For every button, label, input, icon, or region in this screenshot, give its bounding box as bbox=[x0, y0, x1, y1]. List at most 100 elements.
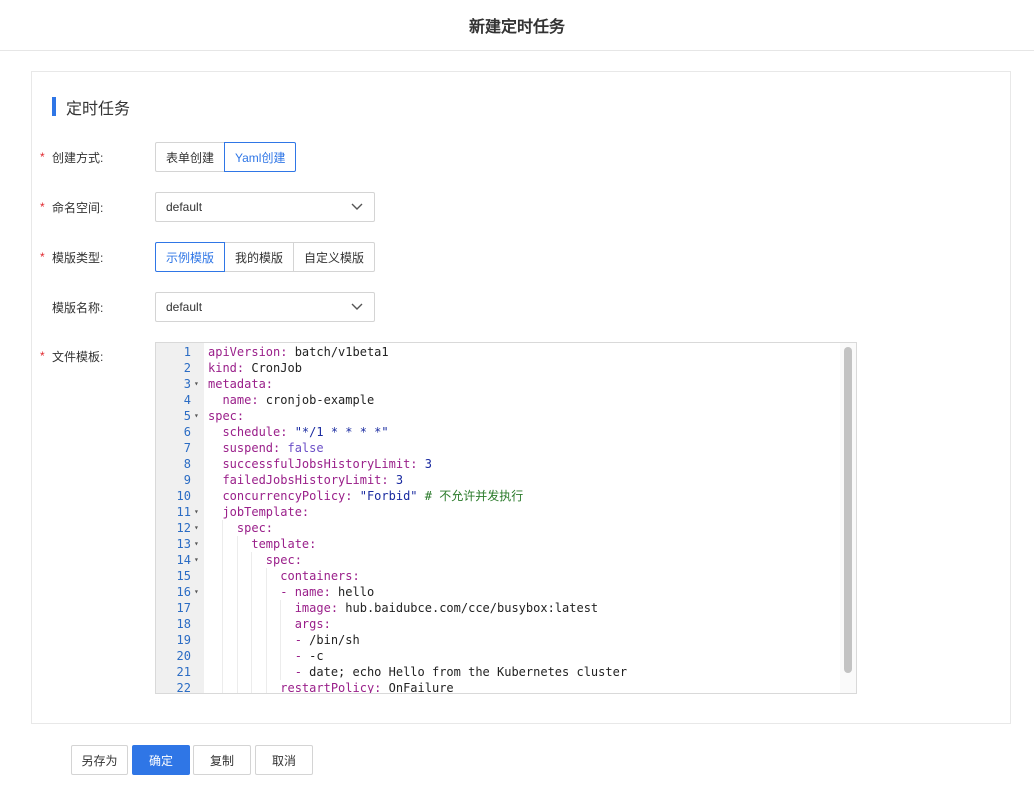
code-token: suspend: bbox=[222, 441, 281, 455]
code-token: date; echo Hello from the Kubernetes clu… bbox=[309, 665, 628, 679]
code-token: -c bbox=[309, 649, 324, 663]
template-type-toggle: 示例模版 我的模版 自定义模版 bbox=[155, 242, 376, 272]
code-token: schedule: bbox=[222, 425, 288, 439]
code-token: hub.baidubce.com/cce/busybox:latest bbox=[338, 601, 599, 615]
code-text: image: hub.baidubce.com/cce/busybox:late… bbox=[208, 600, 598, 616]
yaml-code-editor[interactable]: 1 apiVersion: batch/v1beta1 2 kind: CronJob… bbox=[155, 342, 857, 694]
code-text: suspend: false bbox=[208, 440, 324, 456]
create-mode-toggle: 表单创建 Yaml创建 bbox=[155, 142, 297, 172]
code-token: cronjob-example bbox=[258, 393, 375, 407]
fold-triangle-icon[interactable]: ▾ bbox=[194, 408, 202, 424]
line-number: 9 bbox=[183, 473, 191, 487]
cancel-button[interactable]: 取消 bbox=[255, 745, 313, 775]
code-token: - bbox=[280, 585, 295, 599]
code-text: jobTemplate: bbox=[208, 504, 309, 520]
namespace-select[interactable]: default bbox=[155, 192, 375, 222]
code-line: 14 ▾ spec: bbox=[156, 552, 842, 568]
line-number: 5 bbox=[183, 409, 191, 423]
confirm-button[interactable]: 确定 bbox=[132, 745, 190, 775]
namespace-label: * 命名空间: bbox=[40, 200, 104, 215]
code-text: containers: bbox=[208, 568, 359, 584]
line-number: 17 bbox=[176, 601, 191, 615]
code-line: 11 ▾ jobTemplate: bbox=[156, 504, 842, 520]
create-mode-label: * 创建方式: bbox=[40, 150, 104, 165]
code-line: 22 restartPolicy: OnFailure bbox=[156, 680, 842, 694]
namespace-value: default bbox=[166, 200, 203, 214]
code-line: 1 apiVersion: batch/v1beta1 bbox=[156, 344, 842, 360]
code-token: batch/v1beta1 bbox=[287, 345, 389, 359]
code-token: name: bbox=[222, 393, 259, 407]
fold-triangle-icon[interactable]: ▾ bbox=[194, 552, 202, 568]
code-token: spec: bbox=[265, 553, 302, 567]
line-number: 20 bbox=[176, 649, 191, 663]
line-number: 2 bbox=[183, 361, 191, 375]
line-number: 15 bbox=[176, 569, 191, 583]
line-number: 7 bbox=[183, 441, 191, 455]
code-line: 17 image: hub.baidubce.com/cce/busybox:l… bbox=[156, 600, 842, 616]
create-mode-form-button[interactable]: 表单创建 bbox=[155, 142, 226, 172]
code-token: spec: bbox=[208, 409, 245, 423]
code-text: - date; echo Hello from the Kubernetes c… bbox=[208, 664, 627, 680]
line-number: 12 bbox=[176, 521, 191, 535]
required-mark: * bbox=[40, 150, 45, 164]
code-text: apiVersion: batch/v1beta1 bbox=[208, 344, 389, 360]
line-number: 3 bbox=[183, 377, 191, 391]
section-title-text: 定时任务 bbox=[66, 100, 131, 118]
line-number: 19 bbox=[176, 633, 191, 647]
code-line: 20 - -c bbox=[156, 648, 842, 664]
code-token: - bbox=[294, 649, 310, 663]
line-number: 11 bbox=[176, 505, 191, 519]
editor-lines: 1 apiVersion: batch/v1beta1 2 kind: CronJob… bbox=[156, 344, 842, 694]
fold-triangle-icon[interactable]: ▾ bbox=[194, 520, 202, 536]
code-text: spec: bbox=[208, 408, 244, 424]
code-token: successfulJobsHistoryLimit: bbox=[222, 457, 418, 471]
template-type-custom-button[interactable]: 自定义模版 bbox=[293, 242, 376, 272]
code-token: "*/1 * * * *" bbox=[287, 425, 389, 439]
line-number: 14 bbox=[176, 553, 191, 567]
code-token: 3 bbox=[417, 457, 432, 471]
required-mark: * bbox=[40, 250, 45, 264]
code-text: template: bbox=[208, 536, 316, 552]
code-text: spec: bbox=[208, 552, 302, 568]
editor-scrollbar[interactable] bbox=[840, 343, 856, 693]
save-as-button[interactable]: 另存为 bbox=[71, 745, 128, 775]
line-number: 21 bbox=[176, 665, 191, 679]
template-type-mine-button[interactable]: 我的模版 bbox=[224, 242, 295, 272]
fold-triangle-icon[interactable]: ▾ bbox=[194, 536, 202, 552]
code-line: 5 ▾ spec: bbox=[156, 408, 842, 424]
code-token: jobTemplate: bbox=[222, 505, 310, 519]
code-token: image: bbox=[294, 601, 339, 615]
fold-triangle-icon[interactable]: ▾ bbox=[194, 584, 202, 600]
code-token: - bbox=[294, 665, 310, 679]
editor-scrollbar-thumb[interactable] bbox=[844, 347, 852, 673]
code-token: - bbox=[294, 633, 310, 647]
copy-button[interactable]: 复制 bbox=[193, 745, 251, 775]
code-line: 18 args: bbox=[156, 616, 842, 632]
code-token: "Forbid" bbox=[352, 489, 418, 503]
fold-triangle-icon[interactable]: ▾ bbox=[194, 504, 202, 520]
code-token: restartPolicy: bbox=[280, 681, 382, 694]
fold-triangle-icon[interactable]: ▾ bbox=[194, 376, 202, 392]
code-text: metadata: bbox=[208, 376, 273, 392]
section-title: 定时任务 bbox=[52, 97, 131, 118]
code-line: 8 successfulJobsHistoryLimit: 3 bbox=[156, 456, 842, 472]
page-title: 新建定时任务 bbox=[468, 19, 565, 36]
code-token: name: bbox=[294, 585, 331, 599]
code-text: failedJobsHistoryLimit: 3 bbox=[208, 472, 403, 488]
code-token: false bbox=[280, 441, 324, 455]
template-name-select[interactable]: default bbox=[155, 292, 375, 322]
code-text: args: bbox=[208, 616, 331, 632]
code-text: kind: CronJob bbox=[208, 360, 302, 376]
code-text: schedule: "*/1 * * * *" bbox=[208, 424, 389, 440]
template-type-example-button[interactable]: 示例模版 bbox=[155, 242, 226, 272]
template-name-label: 模版名称: bbox=[52, 300, 104, 315]
code-line: 15 containers: bbox=[156, 568, 842, 584]
code-text: spec: bbox=[208, 520, 273, 536]
create-mode-yaml-button[interactable]: Yaml创建 bbox=[224, 142, 297, 172]
code-text: - name: hello bbox=[208, 584, 374, 600]
code-line: 21 - date; echo Hello from the Kubernete… bbox=[156, 664, 842, 680]
code-line: 12 ▾ spec: bbox=[156, 520, 842, 536]
code-line: 6 schedule: "*/1 * * * *" bbox=[156, 424, 842, 440]
code-text: name: cronjob-example bbox=[208, 392, 374, 408]
code-line: 4 name: cronjob-example bbox=[156, 392, 842, 408]
